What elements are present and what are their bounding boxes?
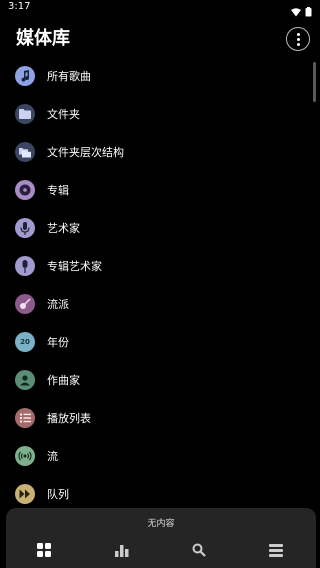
folder-icon bbox=[15, 104, 35, 124]
list-item-label: 文件夹层次结构 bbox=[47, 146, 124, 159]
library-grid-icon bbox=[37, 542, 51, 561]
status-bar: 3:17 bbox=[0, 0, 320, 17]
list-item-label: 播放列表 bbox=[47, 412, 91, 425]
nav-search-button[interactable] bbox=[187, 540, 211, 562]
queue-icon bbox=[15, 484, 35, 504]
list-item-genres[interactable]: 流派 bbox=[0, 285, 320, 323]
page-title: 媒体库 bbox=[16, 28, 70, 49]
list-item-label: 艺术家 bbox=[47, 222, 80, 235]
list-item-label: 队列 bbox=[47, 488, 69, 501]
list-item-playlists[interactable]: 播放列表 bbox=[0, 399, 320, 437]
bottom-panel: 无内容 bbox=[6, 508, 316, 568]
search-icon bbox=[192, 542, 206, 561]
more-options-button[interactable] bbox=[286, 27, 310, 51]
menu-icon bbox=[269, 542, 283, 561]
battery-icon bbox=[305, 2, 312, 21]
composer-icon bbox=[15, 370, 35, 390]
list-item-label: 专辑艺术家 bbox=[47, 260, 102, 273]
list-item-years[interactable]: 20 年份 bbox=[0, 323, 320, 361]
list-item-artists[interactable]: 艺术家 bbox=[0, 209, 320, 247]
status-time: 3:17 bbox=[8, 1, 31, 12]
list-item-composers[interactable]: 作曲家 bbox=[0, 361, 320, 399]
nav-stats-button[interactable] bbox=[110, 540, 134, 562]
calendar-icon: 20 bbox=[15, 332, 35, 352]
folder-tree-icon bbox=[15, 142, 35, 162]
list-item-label: 流派 bbox=[47, 298, 69, 311]
album-icon bbox=[15, 180, 35, 200]
list-item-folders[interactable]: 文件夹 bbox=[0, 95, 320, 133]
list-item-label: 文件夹 bbox=[47, 108, 80, 121]
stream-icon bbox=[15, 446, 35, 466]
library-list: 所有歌曲 文件夹 文件夹层次结构 专辑 艺术家 专辑艺术家 流派 20 年份 作… bbox=[0, 57, 320, 513]
status-icons bbox=[291, 2, 312, 21]
music-note-icon bbox=[15, 66, 35, 86]
playlist-icon bbox=[15, 408, 35, 428]
list-item-label: 作曲家 bbox=[47, 374, 80, 387]
microphone-icon bbox=[15, 218, 35, 238]
bottom-navigation bbox=[6, 540, 316, 562]
list-item-all-songs[interactable]: 所有歌曲 bbox=[0, 57, 320, 95]
year-badge: 20 bbox=[20, 338, 30, 346]
list-item-label: 年份 bbox=[47, 336, 69, 349]
wifi-icon bbox=[291, 2, 301, 21]
nav-menu-button[interactable] bbox=[264, 540, 288, 562]
list-item-album-artists[interactable]: 专辑艺术家 bbox=[0, 247, 320, 285]
more-vert-icon bbox=[296, 32, 300, 36]
guitar-icon bbox=[15, 294, 35, 314]
list-item-streams[interactable]: 流 bbox=[0, 437, 320, 475]
nav-library-button[interactable] bbox=[32, 540, 56, 562]
list-item-label: 所有歌曲 bbox=[47, 70, 91, 83]
list-item-label: 流 bbox=[47, 450, 58, 463]
list-item-albums[interactable]: 专辑 bbox=[0, 171, 320, 209]
bar-chart-icon bbox=[115, 542, 129, 561]
list-item-label: 专辑 bbox=[47, 184, 69, 197]
now-playing-text[interactable]: 无内容 bbox=[6, 516, 316, 529]
album-artist-icon bbox=[15, 256, 35, 276]
list-item-folder-hierarchy[interactable]: 文件夹层次结构 bbox=[0, 133, 320, 171]
